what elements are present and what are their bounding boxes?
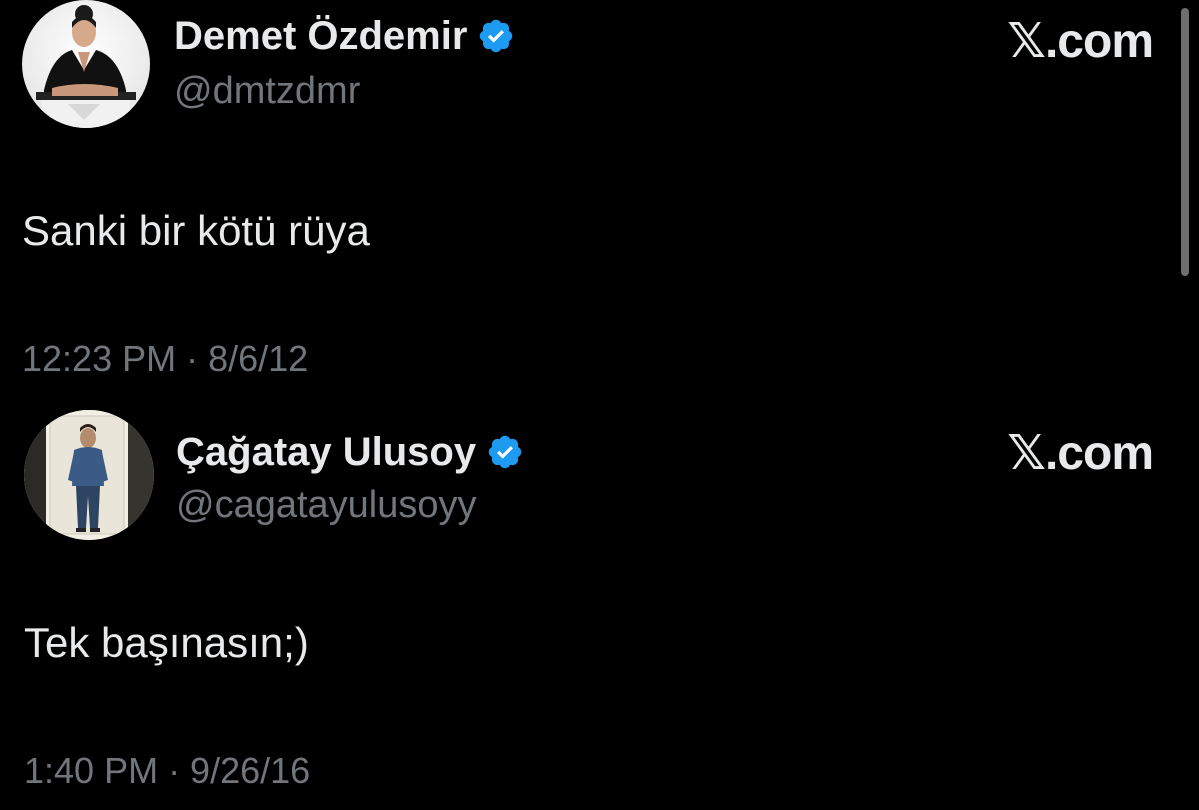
- avatar[interactable]: [24, 410, 154, 540]
- tweet-card[interactable]: Çağatay Ulusoy @cagatayulusoyy 𝕏.com Tek…: [0, 410, 1199, 810]
- display-name[interactable]: Demet Özdemir: [174, 12, 515, 60]
- tweet-text: Sanki bir kötü rüya: [22, 207, 370, 254]
- user-handle[interactable]: @cagatayulusoyy: [176, 482, 477, 528]
- display-name-text[interactable]: Demet Özdemir: [174, 12, 467, 60]
- tweet-card[interactable]: Demet Özdemir @dmtzdmr 𝕏.com Sanki bir k…: [0, 0, 1199, 400]
- tweet-timestamp[interactable]: 1:40 PM · 9/26/16: [24, 748, 310, 794]
- user-handle[interactable]: @dmtzdmr: [174, 68, 360, 114]
- tweet-text: Tek başınasın;): [24, 619, 309, 666]
- scrollbar[interactable]: [1181, 8, 1189, 276]
- verified-badge-icon: [477, 17, 515, 55]
- display-name-text[interactable]: Çağatay Ulusoy: [176, 428, 476, 476]
- display-name[interactable]: Çağatay Ulusoy: [176, 428, 524, 476]
- verified-badge-icon: [486, 433, 524, 471]
- x-com-logo: 𝕏.com: [1007, 15, 1154, 68]
- avatar[interactable]: [22, 0, 150, 128]
- tweet-timestamp[interactable]: 12:23 PM · 8/6/12: [22, 336, 308, 382]
- x-com-logo: 𝕏.com: [1007, 427, 1154, 480]
